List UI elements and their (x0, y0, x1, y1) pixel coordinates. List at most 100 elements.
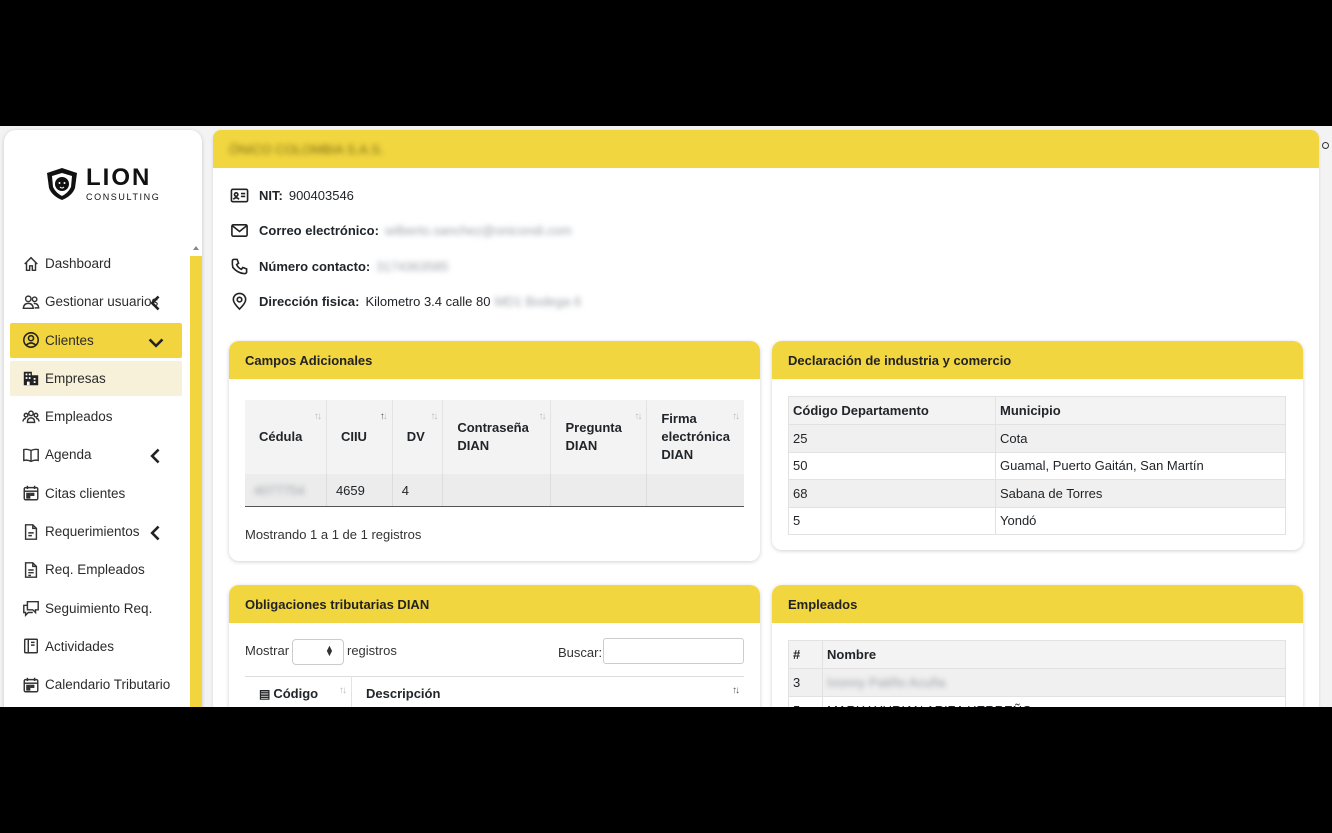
page-length-select[interactable] (292, 639, 344, 665)
file-icon (24, 523, 38, 540)
circle-icon (1322, 142, 1329, 149)
sidebar-item-label: Seguimiento Req. (45, 600, 153, 616)
column-header-dv[interactable]: DV ↑↓ (392, 400, 444, 474)
table-controls: Mostrar ▲ ▼ registros Buscar: (245, 638, 744, 665)
card-title: Declaración de industria y comercio (772, 341, 1303, 379)
cell-pregunta (550, 474, 648, 507)
cell-municipio: Yondó (995, 506, 1286, 535)
calendar-icon (23, 677, 39, 693)
sidebar-item-gestionar-usuarios[interactable]: Gestionar usuarios (10, 284, 182, 319)
table-row: 5 Yondó (788, 506, 1286, 535)
sidebar-item-label: Empleados (45, 409, 113, 425)
column-header-ciiu[interactable]: CIIU ↑↓ (326, 400, 393, 474)
sidebar-item-label: Agenda (45, 447, 92, 463)
building-icon (23, 372, 39, 386)
sidebar-item-clientes[interactable]: Clientes (10, 322, 182, 358)
sidebar-item-label: Citas clientes (45, 485, 126, 501)
column-header-codigo[interactable]: ▤ Código ↑↓ (245, 676, 352, 707)
column-header-contrasena-dian[interactable]: Contraseña DIAN ↑↓ (442, 400, 552, 474)
sidebar-item-label: Gestionar usuarios (45, 294, 159, 310)
app-screen: LION CONSULTING Dashboard Gestionar usua… (0, 126, 1332, 707)
sidebar-item-requerimientos[interactable]: Requerimientos (10, 514, 182, 549)
phone-label: Número contacto: (259, 259, 371, 274)
table-row: 68 Sabana de Torres (788, 479, 1286, 508)
empleados-card: Empleados # Nombre 3 Ivonny Patiño Acuña … (772, 585, 1303, 707)
address-label: Dirección fisica: (259, 294, 360, 309)
table-row: 4077754 4659 4 (245, 474, 744, 507)
sort-icon: ↑↓ (634, 411, 642, 422)
file-text-icon (24, 561, 38, 578)
sidebar-item-dashboard[interactable]: Dashboard (10, 246, 182, 281)
sidebar-item-citas-clientes[interactable]: Citas clientes (10, 476, 182, 511)
table-row: 5MARLY YURIAN ARIZA HERREÑO (788, 696, 1286, 707)
column-header-cedula[interactable]: Cédula ↑↓ (245, 400, 327, 474)
column-header-descripcion[interactable]: Descripción ↑↓ (351, 676, 744, 707)
brand-subtitle: CONSULTING (86, 192, 161, 202)
sort-icon: ↑↓ (732, 685, 740, 696)
email-row: Correo electrónico: wilberto.sanchez@oni… (230, 221, 572, 240)
campos-table: Cédula ↑↓ CIIU ↑↓ DV ↑↓ Contraseña DIAN ↑↓ P… (245, 400, 744, 507)
sort-icon: ↑↓ (538, 411, 546, 422)
envelope-icon (231, 223, 248, 238)
chevron-left-icon (150, 295, 160, 311)
empleados-table: # Nombre 3Ivonny Patiño Acuña 5MARLY YUR… (788, 640, 1286, 707)
declaracion-ica-card: Declaración de industria y comercio Códi… (772, 341, 1303, 550)
sidebar-item-empleados[interactable]: Empleados (10, 399, 182, 434)
column-header-pregunta-dian[interactable]: Pregunta DIAN ↑↓ (550, 400, 648, 474)
company-header: ÓNICO COLOMBIA S.A.S. (213, 130, 1319, 168)
column-header-nombre: Nombre (822, 640, 1286, 669)
nit-label: NIT: (259, 188, 283, 203)
sidebar-scrollbar-thumb[interactable] (190, 256, 202, 707)
brand-logo[interactable]: LION CONSULTING (44, 166, 160, 202)
sidebar-item-label: Empresas (45, 370, 106, 386)
sidebar-item-actividades[interactable]: Actividades (10, 629, 182, 664)
phone-row: Número contacto: 3174363585 (230, 257, 449, 276)
campos-adicionales-card: Campos Adicionales Cédula ↑↓ CIIU ↑↓ DV ↑↓ … (229, 341, 760, 561)
obligaciones-table: ▤ Código ↑↓ Descripción ↑↓ (245, 676, 744, 707)
group-icon (22, 410, 40, 423)
id-card-icon (230, 188, 249, 203)
cell-municipio: Cota (995, 424, 1286, 453)
cell-ciiu: 4659 (326, 474, 393, 507)
sort-icon: ↑↓ (339, 685, 347, 696)
table-info: Mostrando 1 a 1 de 1 registros (245, 527, 422, 542)
cell-nombre: MARLY YURIAN ARIZA HERREÑO (822, 696, 1286, 707)
cell-firma (646, 474, 744, 507)
card-title: Campos Adicionales (229, 341, 760, 379)
cell-nombre: Ivonny Patiño Acuña (822, 668, 1286, 697)
cell-codigo: 50 (788, 451, 996, 480)
ica-table: Código Departamento Municipio 25 Cota 50 G… (788, 396, 1286, 535)
column-header-number: # (788, 640, 823, 669)
address-hidden: MD1 Bodega 6 (494, 294, 582, 309)
records-label: registros (347, 643, 397, 658)
company-name: ÓNICO COLOMBIA S.A.S. (229, 141, 384, 157)
column-header-codigo-departamento: Código Departamento (788, 396, 996, 425)
sort-icon: ↑↓ (732, 411, 740, 422)
sidebar-item-label: Req. Empleados (45, 562, 145, 578)
column-header-municipio: Municipio (995, 396, 1286, 425)
column-header-firma-electronica[interactable]: Firma electrónica DIAN ↑↓ (646, 400, 744, 474)
address-value: Kilometro 3.4 calle 80 (365, 294, 491, 309)
show-label: Mostrar (245, 643, 290, 658)
sidebar-item-label: Dashboard (45, 256, 112, 271)
chevron-left-icon (150, 525, 160, 541)
lion-shield-icon (47, 168, 77, 200)
scrollbar-up-arrow[interactable] (193, 246, 199, 250)
sidebar-item-calendario-tributario[interactable]: Calendario Tributario (10, 667, 182, 702)
card-title: Obligaciones tributarias DIAN (229, 585, 760, 623)
table-icon: ▤ (259, 686, 271, 701)
cell-municipio: Guamal, Puerto Gaitán, San Martín (995, 451, 1286, 480)
book-icon (23, 448, 39, 463)
cell-dv: 4 (392, 474, 444, 507)
sort-asc-icon: ↑↓ (379, 411, 388, 422)
sidebar-item-label: Requerimientos (45, 524, 140, 540)
search-input[interactable] (603, 638, 744, 664)
sidebar-item-agenda[interactable]: Agenda (10, 437, 182, 472)
sort-icon: ↑↓ (313, 411, 322, 422)
sidebar-item-empresas[interactable]: Empresas (10, 360, 182, 396)
sidebar-item-req-empleados[interactable]: Req. Empleados (10, 552, 182, 587)
cell-codigo: 25 (788, 424, 996, 453)
sidebar-item-seguimiento-req[interactable]: Seguimiento Req. (10, 591, 182, 626)
chevron-left-icon (150, 449, 160, 464)
table-row: 50 Guamal, Puerto Gaitán, San Martín (788, 451, 1286, 480)
